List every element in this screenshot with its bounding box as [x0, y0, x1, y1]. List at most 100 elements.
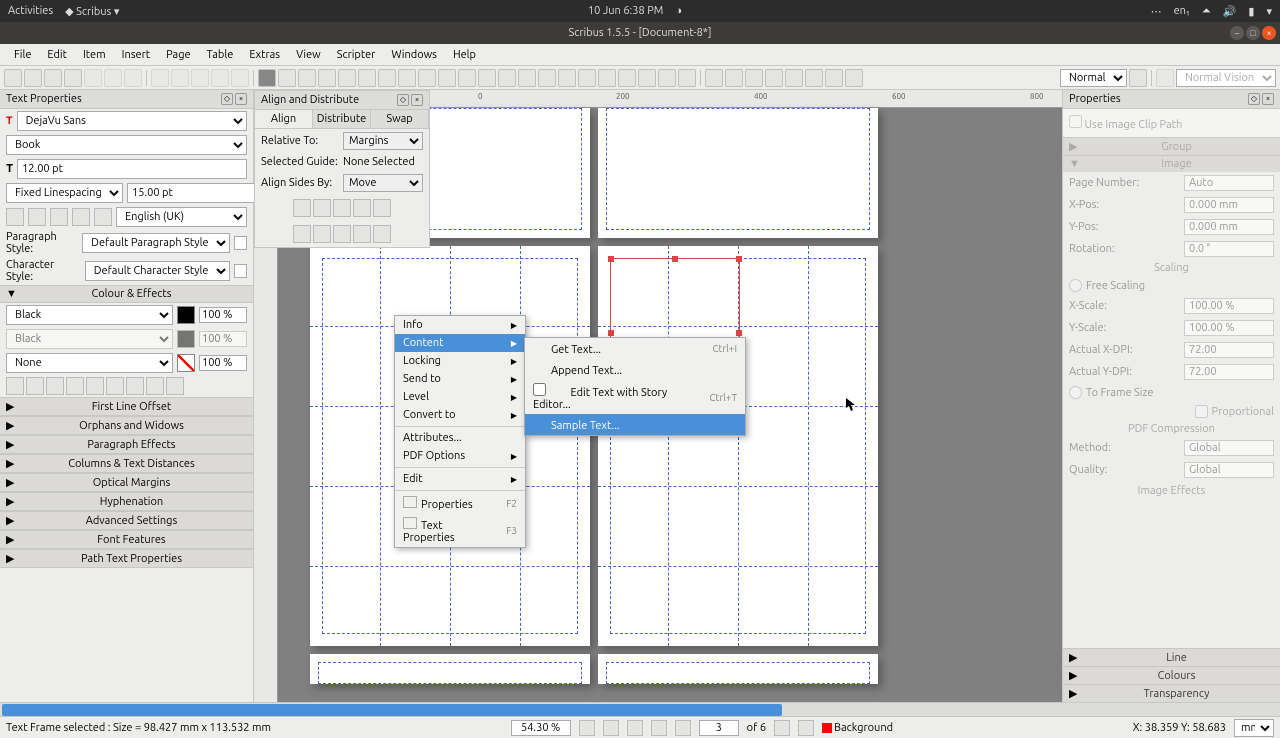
font-size-input[interactable]: [17, 159, 247, 179]
menu-view[interactable]: View: [288, 49, 329, 61]
ctx-pdf-options[interactable]: PDF Options▶: [395, 447, 525, 465]
align-forced-button[interactable]: [94, 208, 112, 226]
align-center-v[interactable]: [313, 225, 331, 243]
layer-indicator[interactable]: Background: [834, 722, 893, 734]
menu-file[interactable]: File: [6, 49, 39, 61]
paste-button[interactable]: [231, 69, 249, 87]
preflight-button[interactable]: [104, 69, 122, 87]
tab-align[interactable]: Align: [255, 110, 313, 128]
preview-button[interactable]: [1156, 69, 1174, 87]
maximize-button[interactable]: □: [1246, 26, 1260, 40]
ctx-sub-sample-text-[interactable]: Sample Text...: [525, 414, 745, 435]
subscript-button[interactable]: [46, 377, 64, 395]
ctx-locking[interactable]: Locking▶: [395, 352, 525, 370]
expander-optical-margins[interactable]: ▶Optical Margins: [0, 473, 253, 492]
align-bottom-edges[interactable]: [333, 225, 351, 243]
pdf-button[interactable]: [124, 69, 142, 87]
shadow-button[interactable]: [166, 377, 184, 395]
render-frame-tool[interactable]: [318, 69, 336, 87]
align-right-button[interactable]: [50, 208, 68, 226]
expander-font-features[interactable]: ▶Font Features: [0, 530, 253, 549]
menu-icon[interactable]: ⋯: [1151, 5, 1162, 18]
story-editor-tool[interactable]: [578, 69, 596, 87]
pdf-textfield[interactable]: [745, 69, 763, 87]
expander-hyphenation[interactable]: ▶Hyphenation: [0, 492, 253, 511]
shape-tool[interactable]: [358, 69, 376, 87]
edit-contents-tool[interactable]: [558, 69, 576, 87]
undo-button[interactable]: [151, 69, 169, 87]
expander-path-text-properties[interactable]: ▶Path Text Properties: [0, 549, 253, 568]
copy-button[interactable]: [211, 69, 229, 87]
font-style-select[interactable]: Book: [6, 135, 247, 155]
polygon-tool[interactable]: [418, 69, 436, 87]
fill-color-select[interactable]: Black: [6, 305, 173, 325]
link-frames-tool[interactable]: [598, 69, 616, 87]
relative-to-select[interactable]: Margins: [343, 132, 423, 150]
menu-help[interactable]: Help: [445, 49, 484, 61]
zoom-100-button[interactable]: [603, 720, 619, 736]
tab-distribute[interactable]: Distribute: [313, 110, 371, 128]
menu-windows[interactable]: Windows: [383, 49, 445, 61]
language-select[interactable]: English (UK): [116, 207, 247, 227]
pdf-link[interactable]: [845, 69, 863, 87]
ctx-sub-get-text-[interactable]: Get Text...Ctrl+I: [525, 338, 745, 359]
menu-item[interactable]: Item: [75, 49, 114, 61]
char-style-select[interactable]: Default Character Style: [85, 261, 230, 281]
para-style-select[interactable]: Default Paragraph Style: [82, 233, 230, 253]
calligraphy-tool[interactable]: [498, 69, 516, 87]
align-v4[interactable]: [353, 225, 371, 243]
expander-columns-text-distances[interactable]: ▶Columns & Text Distances: [0, 454, 253, 473]
pdf-radio[interactable]: [725, 69, 743, 87]
print-button[interactable]: [84, 69, 102, 87]
text-frame-tool[interactable]: [278, 69, 296, 87]
eyedropper-tool[interactable]: [678, 69, 696, 87]
bg-color-select[interactable]: None: [6, 353, 173, 373]
menu-insert[interactable]: Insert: [114, 49, 158, 61]
linespacing-mode-select[interactable]: Fixed Linespacing: [6, 183, 123, 203]
ctx-edit[interactable]: Edit▶: [395, 470, 525, 488]
lang-indicator[interactable]: en₁: [1174, 5, 1190, 17]
expander-paragraph-effects[interactable]: ▶Paragraph Effects: [0, 435, 253, 454]
align-center-h[interactable]: [313, 199, 331, 217]
align-h5[interactable]: [373, 199, 391, 217]
save-button[interactable]: [44, 69, 62, 87]
outline-button[interactable]: [146, 377, 164, 395]
zoom-tool[interactable]: [538, 69, 556, 87]
align-close-button[interactable]: ×: [411, 94, 423, 106]
cut-button[interactable]: [191, 69, 209, 87]
first-page-button[interactable]: [651, 720, 667, 736]
allcaps-button[interactable]: [86, 377, 104, 395]
line-tool[interactable]: [438, 69, 456, 87]
page-input[interactable]: [699, 720, 739, 736]
char-style-edit-button[interactable]: [234, 264, 247, 278]
ctx-properties[interactable]: PropertiesF2: [395, 493, 525, 514]
panel-close-button[interactable]: ×: [235, 93, 247, 105]
expander-first-line-offset[interactable]: ▶First Line Offset: [0, 397, 253, 416]
props-float-button[interactable]: ◇: [1248, 93, 1260, 105]
align-justify-button[interactable]: [72, 208, 90, 226]
unlink-frames-tool[interactable]: [618, 69, 636, 87]
colours-expander[interactable]: ▶Colours: [1063, 666, 1280, 684]
ctx-level[interactable]: Level▶: [395, 388, 525, 406]
pdf-combobox[interactable]: [785, 69, 803, 87]
rotate-tool[interactable]: [518, 69, 536, 87]
select-tool[interactable]: [258, 69, 276, 87]
zoom-out-button[interactable]: [579, 720, 595, 736]
stroke-color-select[interactable]: Black: [6, 329, 173, 349]
align-float-button[interactable]: ◇: [397, 94, 409, 106]
font-family-select[interactable]: DejaVu Sans: [17, 111, 247, 131]
ctx-text-properties[interactable]: Text PropertiesF3: [395, 514, 525, 547]
image-frame-tool[interactable]: [298, 69, 316, 87]
para-style-edit-button[interactable]: [234, 236, 247, 250]
zoom-input[interactable]: [511, 720, 571, 736]
colour-effects-expander[interactable]: ▼Colour & Effects: [0, 285, 253, 303]
menu-page[interactable]: Page: [158, 49, 199, 61]
menu-edit[interactable]: Edit: [39, 49, 75, 61]
menu-scripter[interactable]: Scripter: [329, 49, 384, 61]
ctx-sub-edit-text-with-story-editor-[interactable]: Edit Text with Story Editor...Ctrl+T: [525, 380, 745, 414]
preview-mode-select[interactable]: Normal: [1060, 69, 1127, 87]
panel-float-button[interactable]: ◇: [221, 93, 233, 105]
measure-tool[interactable]: [638, 69, 656, 87]
close-doc-button[interactable]: [64, 69, 82, 87]
align-left-edges[interactable]: [293, 199, 311, 217]
